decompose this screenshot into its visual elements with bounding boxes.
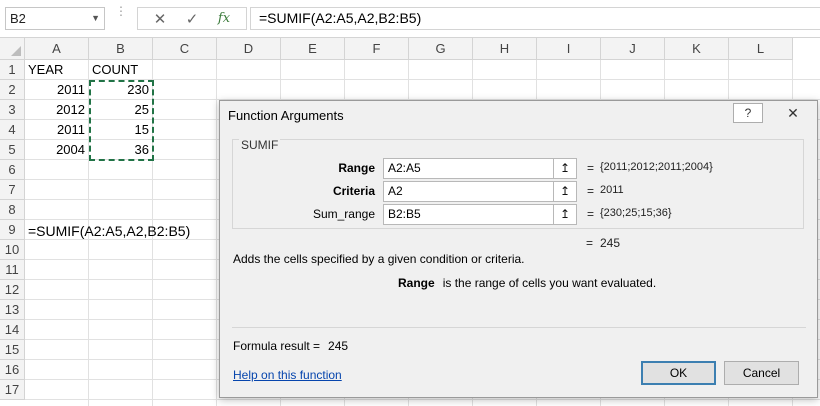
row-header-11[interactable]: 11 <box>0 260 25 280</box>
column-header-e[interactable]: E <box>281 38 345 60</box>
row-header-17[interactable]: 17 <box>0 380 25 400</box>
formula-result-value: 245 <box>328 339 349 353</box>
close-icon[interactable]: ✕ <box>773 103 813 123</box>
row-header-13[interactable]: 13 <box>0 300 25 320</box>
row-header-2[interactable]: 2 <box>0 80 25 100</box>
arg-row-sum-range: Sum_range B2:B5 ↥ = {230;25;15;36} <box>233 204 805 226</box>
row-header-14[interactable]: 14 <box>0 320 25 340</box>
help-icon[interactable]: ? <box>733 103 763 123</box>
arg-label: Range <box>338 161 375 175</box>
name-box-value: B2 <box>10 11 26 26</box>
equals-sign: = <box>587 161 595 175</box>
formula-result-label: Formula result = <box>233 339 321 353</box>
arg-result: {2011;2012;2011;2004} <box>600 161 713 173</box>
column-header-g[interactable]: G <box>409 38 473 60</box>
column-header-h[interactable]: H <box>473 38 537 60</box>
arg-result: 2011 <box>600 184 624 196</box>
arg-label: Criteria <box>332 184 375 198</box>
argument-description: Range is the range of cells you want eval… <box>398 276 656 290</box>
sum-range-input[interactable]: B2:B5 <box>383 204 577 225</box>
function-arguments-dialog: Function Arguments ? ✕ SUMIF Range A2:A5… <box>219 100 818 398</box>
divider <box>232 327 806 328</box>
result-equals-sign: = <box>586 236 594 250</box>
chevron-down-icon[interactable]: ▼ <box>91 8 100 29</box>
row-header-9[interactable]: 9 <box>0 220 25 240</box>
cancel-formula-button[interactable]: ✕ <box>150 10 170 28</box>
column-header-k[interactable]: K <box>665 38 729 60</box>
collapse-dialog-icon[interactable]: ↥ <box>553 204 577 225</box>
arg-label: Sum_range <box>312 207 375 221</box>
enter-formula-button[interactable]: ✓ <box>182 10 202 28</box>
cell-B5[interactable]: 36 <box>89 140 153 160</box>
column-header-f[interactable]: F <box>345 38 409 60</box>
row-header-15[interactable]: 15 <box>0 340 25 360</box>
cell-B3[interactable]: 25 <box>89 100 153 120</box>
arg-row-range: Range A2:A5 ↥ = {2011;2012;2011;2004} <box>233 158 805 180</box>
column-header-b[interactable]: B <box>89 38 153 60</box>
resize-handle-icon[interactable]: ⋮ <box>115 5 127 30</box>
ok-button[interactable]: OK <box>641 361 716 385</box>
insert-function-button[interactable]: fx <box>214 11 234 26</box>
row-header-7[interactable]: 7 <box>0 180 25 200</box>
row-header-12[interactable]: 12 <box>0 280 25 300</box>
collapse-dialog-icon[interactable]: ↥ <box>553 181 577 202</box>
function-result-value: 245 <box>600 236 621 250</box>
argument-description-text: is the range of cells you want evaluated… <box>442 276 657 290</box>
formula-result: Formula result = 245 <box>233 339 348 353</box>
row-header-8[interactable]: 8 <box>0 200 25 220</box>
column-header-d[interactable]: D <box>217 38 281 60</box>
criteria-input[interactable]: A2 <box>383 181 577 202</box>
dialog-title: Function Arguments <box>228 108 344 123</box>
column-header-i[interactable]: I <box>537 38 601 60</box>
cell-A2[interactable]: 2011 <box>25 80 89 100</box>
arg-result: {230;25;15;36} <box>600 207 672 219</box>
equals-sign: = <box>587 207 595 221</box>
row-header-6[interactable]: 6 <box>0 160 25 180</box>
argument-description-name: Range <box>398 276 435 290</box>
cell-A1[interactable]: YEAR <box>25 60 89 80</box>
row-header-5[interactable]: 5 <box>0 140 25 160</box>
cell-B2[interactable]: 230 <box>89 80 153 100</box>
formula-bar: B2 ▼ ⋮ ✕ ✓ fx =SUMIF(A2:A5,A2,B2:B5) <box>0 0 820 38</box>
arg-row-criteria: Criteria A2 ↥ = 2011 <box>233 181 805 203</box>
row-header-3[interactable]: 3 <box>0 100 25 120</box>
row-header-10[interactable]: 10 <box>0 240 25 260</box>
row-header-16[interactable]: 16 <box>0 360 25 380</box>
select-all-corner[interactable] <box>0 38 25 60</box>
cell-A3[interactable]: 2012 <box>25 100 89 120</box>
help-on-function-link[interactable]: Help on this function <box>233 368 342 382</box>
cancel-button[interactable]: Cancel <box>724 361 799 385</box>
cell-B4[interactable]: 15 <box>89 120 153 140</box>
collapse-dialog-icon[interactable]: ↥ <box>553 158 577 179</box>
arguments-group: SUMIF Range A2:A5 ↥ = {2011;2012;2011;20… <box>232 138 805 229</box>
cell-B1[interactable]: COUNT <box>89 60 153 80</box>
row-header-1[interactable]: 1 <box>0 60 25 80</box>
column-header-l[interactable]: L <box>729 38 793 60</box>
row-header-4[interactable]: 4 <box>0 120 25 140</box>
cell-A9[interactable]: =SUMIF(A2:A5,A2,B2:B5) <box>25 221 225 241</box>
equals-sign: = <box>587 184 595 198</box>
function-name-label: SUMIF <box>239 138 281 152</box>
range-input[interactable]: A2:A5 <box>383 158 577 179</box>
column-header-c[interactable]: C <box>153 38 217 60</box>
column-header-a[interactable]: A <box>25 38 89 60</box>
name-box[interactable]: B2 ▼ <box>5 7 105 30</box>
formula-buttons: ✕ ✓ fx <box>137 7 247 30</box>
cell-A5[interactable]: 2004 <box>25 140 89 160</box>
cell-A4[interactable]: 2011 <box>25 120 89 140</box>
column-header-j[interactable]: J <box>601 38 665 60</box>
function-description: Adds the cells specified by a given cond… <box>233 252 525 266</box>
formula-input[interactable]: =SUMIF(A2:A5,A2,B2:B5) <box>250 7 820 30</box>
